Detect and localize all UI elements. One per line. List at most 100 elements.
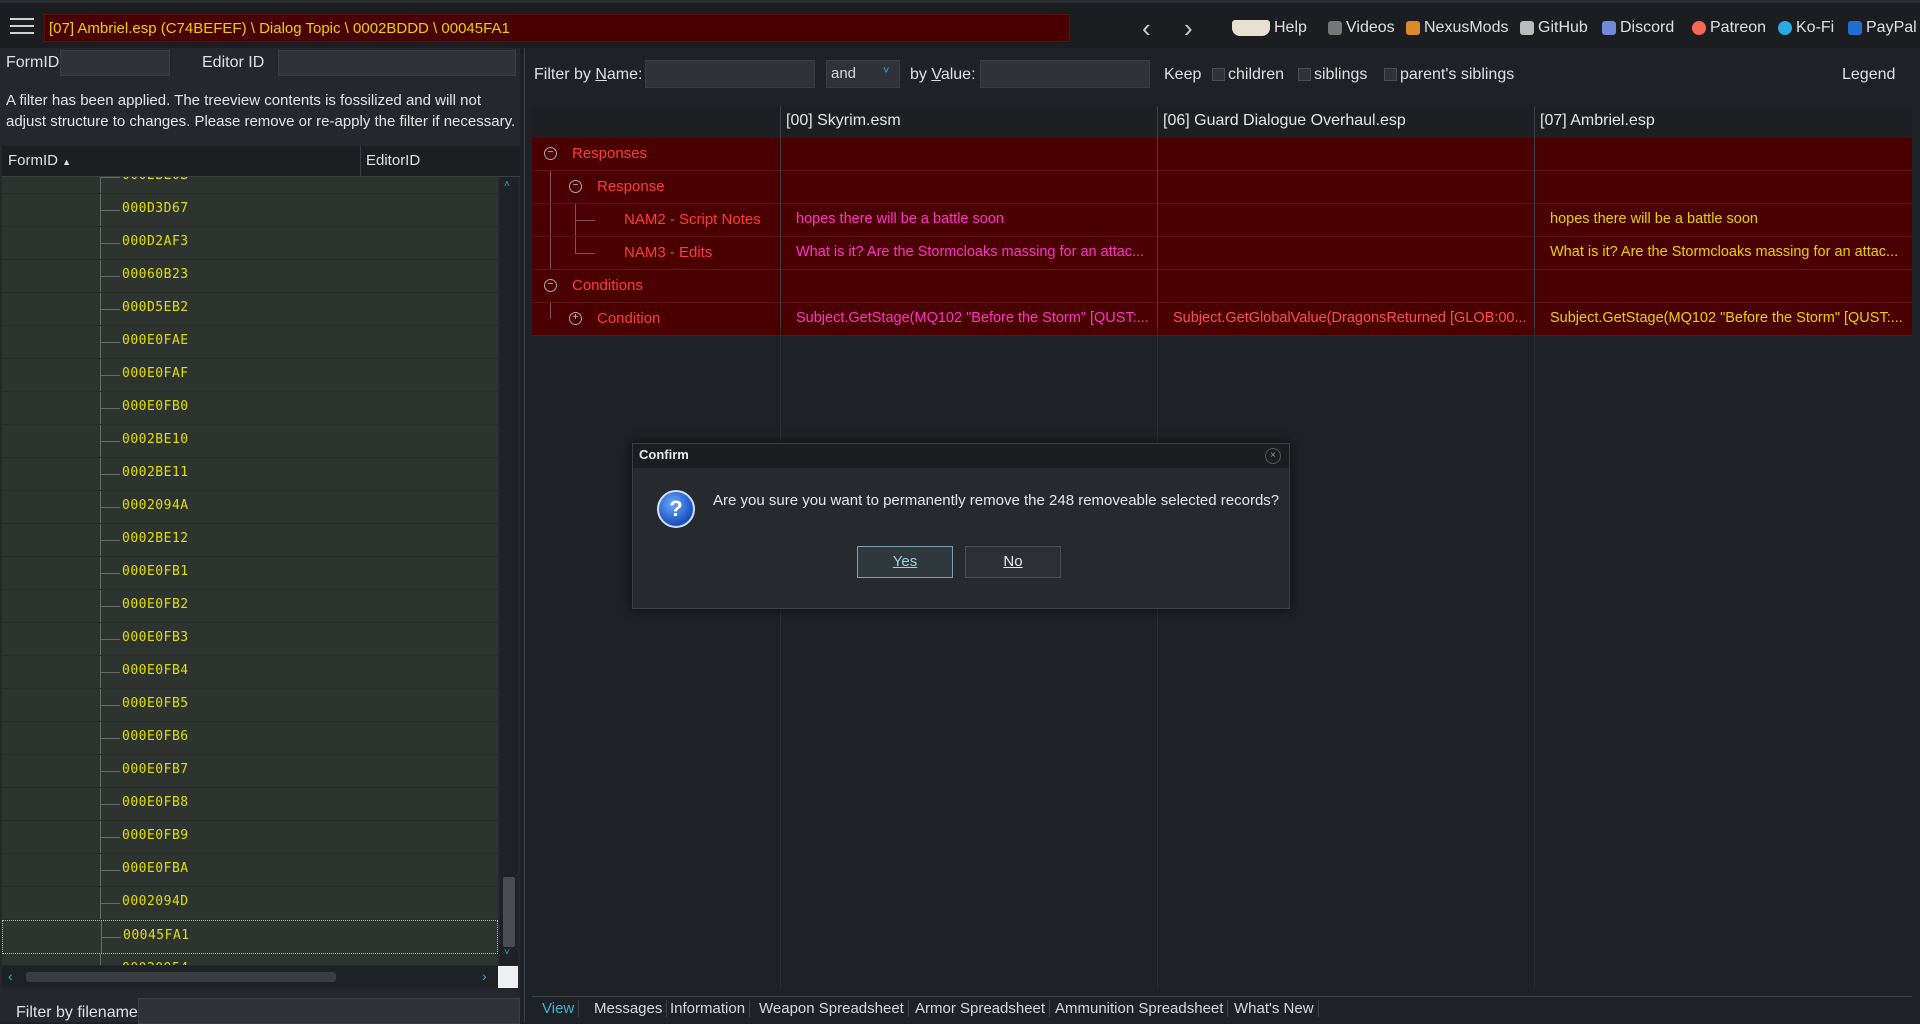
expand-icon[interactable]: + (569, 312, 582, 325)
paypal-link[interactable]: PayPal (1848, 19, 1917, 37)
github-link[interactable]: GitHub (1520, 19, 1588, 37)
tree-row[interactable]: 000E0FB5 (2, 689, 498, 722)
tree-row[interactable]: 000E0FAE (2, 326, 498, 359)
close-icon[interactable]: × (1265, 448, 1281, 464)
tab-information[interactable]: Information (666, 1000, 751, 1017)
tree-row[interactable]: 000E0FB7 (2, 755, 498, 788)
help-link[interactable]: Help (1232, 19, 1307, 37)
scroll-up-icon[interactable]: ˄ (504, 179, 510, 190)
tree-row[interactable]: 000D3D67 (2, 194, 498, 227)
tree-row[interactable]: 000E0FB4 (2, 656, 498, 689)
grid-row-nam2[interactable]: NAM2 - Script Notes hopes there will be … (532, 204, 1912, 237)
grid-row-nam3[interactable]: NAM3 - Edits What is it? Are the Stormcl… (532, 237, 1912, 270)
tree-line (100, 606, 120, 607)
filter-value-input[interactable] (980, 60, 1150, 88)
yes-button[interactable]: Yes (857, 546, 953, 578)
col-formid[interactable]: FormID ▲ (8, 152, 71, 169)
filter-name-input[interactable] (645, 60, 815, 88)
discord-link[interactable]: Discord (1602, 19, 1674, 37)
parents-siblings-checkbox[interactable] (1384, 68, 1397, 81)
scroll-corner (498, 966, 518, 988)
cell-ambriel[interactable]: hopes there will be a battle soon (1550, 211, 1910, 227)
tree-row[interactable]: 0002BE12 (2, 524, 498, 557)
collapse-icon[interactable]: − (544, 147, 557, 160)
siblings-checkbox[interactable] (1298, 68, 1311, 81)
tree-row[interactable]: 00045FA1 (2, 920, 498, 954)
tab-ammunition-spreadsheet[interactable]: Ammunition Spreadsheet (1051, 1000, 1229, 1017)
legend-button[interactable]: Legend (1842, 66, 1895, 84)
children-checkbox[interactable] (1212, 68, 1225, 81)
tree-row[interactable]: 000E0FB9 (2, 821, 498, 854)
cell-guard-dialogue[interactable]: Subject.GetGlobalValue(DragonsReturned [… (1173, 310, 1533, 326)
scroll-right-icon[interactable]: › (482, 968, 487, 984)
cell-skyrim[interactable]: Subject.GetStage(MQ102 "Before the Storm… (796, 310, 1156, 326)
col-editorid[interactable]: EditorID (366, 152, 420, 169)
tree-row[interactable]: 000E0FB1 (2, 557, 498, 590)
tree-vertical-scrollbar[interactable]: ˄ ˅ (500, 177, 518, 965)
tree-row[interactable]: 0002094D (2, 887, 498, 920)
cell-ambriel[interactable]: What is it? Are the Stormcloaks massing … (1550, 244, 1910, 260)
collapse-icon[interactable]: − (569, 180, 582, 193)
cell-ambriel[interactable]: Subject.GetStage(MQ102 "Before the Storm… (1550, 310, 1910, 326)
tree-row[interactable]: 000E0FB3 (2, 623, 498, 656)
nexusmods-link[interactable]: NexusMods (1406, 19, 1508, 37)
cell-skyrim[interactable]: hopes there will be a battle soon (796, 211, 1156, 227)
grid-row-conditions[interactable]: − Conditions (532, 270, 1912, 303)
grid-row-responses[interactable]: − Responses (532, 138, 1912, 171)
tree-line (100, 954, 101, 965)
forward-arrow-icon[interactable]: › (1184, 15, 1193, 41)
tree-row[interactable]: 0002BE11 (2, 458, 498, 491)
tree-row[interactable]: 000E0FB8 (2, 788, 498, 821)
patreon-icon (1692, 21, 1706, 35)
tree-horizontal-scrollbar[interactable]: ‹ › (2, 966, 498, 988)
tree-row[interactable]: 0002BE10 (2, 425, 498, 458)
no-button[interactable]: No (965, 546, 1061, 578)
scroll-left-icon[interactable]: ‹ (8, 968, 13, 984)
tree-line (100, 342, 120, 343)
tab-weapon-spreadsheet[interactable]: Weapon Spreadsheet (755, 1000, 909, 1017)
collapse-icon[interactable]: − (544, 279, 557, 292)
scrollbar-thumb[interactable] (503, 877, 515, 947)
col-divider (1534, 106, 1535, 328)
tab-messages[interactable]: Messages (590, 1000, 668, 1017)
scroll-down-icon[interactable]: ˅ (504, 947, 510, 958)
col-ambriel[interactable]: [07] Ambriel.esp (1540, 112, 1655, 130)
tree-row[interactable]: 000E0FAF (2, 359, 498, 392)
tree-row[interactable]: 000E0FB0 (2, 392, 498, 425)
grid-row-response[interactable]: − Response (532, 171, 1912, 204)
paypal-icon (1848, 21, 1862, 35)
tab-armor-spreadsheet[interactable]: Armor Spreadsheet (911, 1000, 1051, 1017)
formid-text: 0002BE0B (122, 177, 189, 183)
back-arrow-icon[interactable]: ‹ (1142, 15, 1151, 41)
tree-row[interactable]: 00020954 (2, 954, 498, 965)
operator-select[interactable]: and ˅ (826, 60, 900, 88)
tab-whats-new[interactable]: What's New (1230, 1000, 1319, 1017)
cell-skyrim[interactable]: What is it? Are the Stormcloaks massing … (796, 244, 1156, 260)
tree-row[interactable]: 0002094A (2, 491, 498, 524)
grid-row-condition[interactable]: + Condition Subject.GetStage(MQ102 "Befo… (532, 303, 1912, 336)
formid-text: 000E0FB4 (122, 663, 189, 678)
tree-line (575, 237, 576, 253)
editorid-input[interactable] (278, 50, 516, 76)
tab-view[interactable]: View (538, 1000, 580, 1017)
col-guard-dialogue[interactable]: [06] Guard Dialogue Overhaul.esp (1163, 112, 1406, 130)
tree-row[interactable]: 000E0FB6 (2, 722, 498, 755)
col-divider (360, 146, 361, 176)
tree-row[interactable]: 0002BE0B (2, 177, 498, 194)
tree-row[interactable]: 000E0FB2 (2, 590, 498, 623)
tree-row[interactable]: 000D2AF3 (2, 227, 498, 260)
hscroll-thumb[interactable] (26, 972, 336, 982)
patreon-link[interactable]: Patreon (1692, 19, 1766, 37)
filter-by-filename-input[interactable] (138, 998, 520, 1024)
formid-input[interactable] (60, 50, 170, 76)
record-path: [07] Ambriel.esp (C74BEFEF) \ Dialog Top… (44, 14, 1070, 42)
parents-siblings-label: parent's siblings (1400, 66, 1515, 83)
videos-link[interactable]: Videos (1328, 19, 1395, 37)
tree-row[interactable]: 00060B23 (2, 260, 498, 293)
col-skyrim[interactable]: [00] Skyrim.esm (786, 112, 901, 130)
menu-icon[interactable] (10, 18, 34, 36)
kofi-link[interactable]: Ko-Fi (1778, 19, 1834, 37)
tree-row[interactable]: 000D5EB2 (2, 293, 498, 326)
tree-row[interactable]: 000E0FBA (2, 854, 498, 887)
tree-line (100, 705, 120, 706)
